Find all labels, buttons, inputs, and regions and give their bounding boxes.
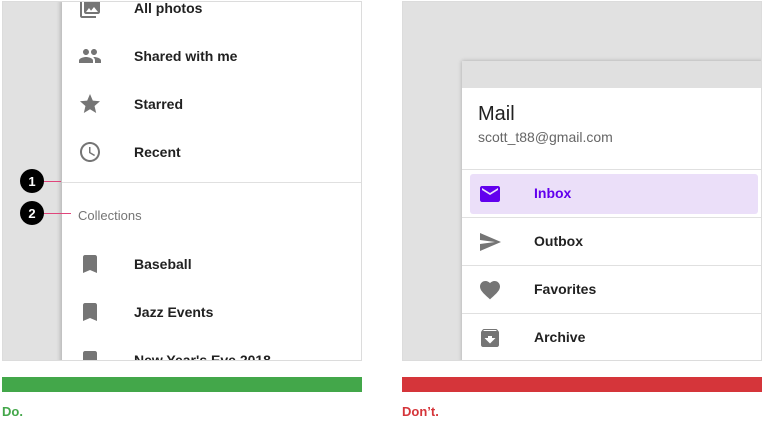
section-divider <box>62 182 361 183</box>
section-subheader: Collections <box>78 208 142 223</box>
dont-example-panel: Mail scott_t88@gmail.com Inbox Outbox Fa… <box>402 1 762 361</box>
star-icon <box>78 92 102 116</box>
send-icon <box>478 230 502 254</box>
active-highlight <box>470 174 758 214</box>
account-email: scott_t88@gmail.com <box>478 129 613 145</box>
nav-item-shared-with-me[interactable]: Shared with me <box>62 32 361 80</box>
mail-icon <box>478 182 502 206</box>
nav-item-label: Outbox <box>534 233 583 249</box>
nav-item-jazz-events[interactable]: Jazz Events <box>62 288 361 336</box>
nav-item-all-photos[interactable]: All photos <box>62 1 361 32</box>
nav-item-label: Baseball <box>134 256 192 272</box>
callout-marker-2: 2 <box>20 201 44 225</box>
archive-icon <box>478 326 502 350</box>
drawer-title: Mail <box>478 103 515 125</box>
people-icon <box>78 44 102 68</box>
do-indicator-bar <box>2 377 362 392</box>
nav-item-inbox[interactable]: Inbox <box>462 169 761 217</box>
nav-item-label: Recent <box>134 144 181 160</box>
nav-item-label: Shared with me <box>134 48 238 64</box>
nav-item-outbox[interactable]: Outbox <box>462 217 761 265</box>
photo-library-icon <box>78 2 102 20</box>
do-caption: Do. <box>2 404 23 419</box>
nav-item-starred[interactable]: Starred <box>62 80 361 128</box>
mail-navigation-drawer: Mail scott_t88@gmail.com Inbox Outbox Fa… <box>462 61 761 360</box>
nav-item-favorites[interactable]: Favorites <box>462 265 761 313</box>
heart-icon <box>478 278 502 302</box>
nav-item-label: All photos <box>134 1 203 16</box>
bookmark-icon <box>78 300 102 324</box>
nav-item-baseball[interactable]: Baseball <box>62 240 361 288</box>
clock-icon <box>78 140 102 164</box>
nav-item-recent[interactable]: Recent <box>62 128 361 176</box>
callout-marker-1: 1 <box>20 169 44 193</box>
bookmark-icon <box>78 348 102 360</box>
dont-indicator-bar <box>402 377 762 392</box>
nav-item-label: Starred <box>134 96 184 112</box>
drawer-top-bar <box>462 61 761 88</box>
navigation-drawer: All photos Shared with me Starred Recent… <box>62 1 361 361</box>
dont-caption: Don’t. <box>402 404 439 419</box>
bookmark-icon <box>78 252 102 276</box>
nav-item-label: Favorites <box>534 281 597 297</box>
nav-item-new-years-eve-2018[interactable]: New Year's Eve 2018 <box>62 336 361 361</box>
nav-item-label: Inbox <box>534 185 572 201</box>
nav-item-archive[interactable]: Archive <box>462 313 761 360</box>
nav-item-label: New Year's Eve 2018 <box>134 352 271 361</box>
nav-item-label: Archive <box>534 329 586 345</box>
nav-item-label: Jazz Events <box>134 304 214 320</box>
